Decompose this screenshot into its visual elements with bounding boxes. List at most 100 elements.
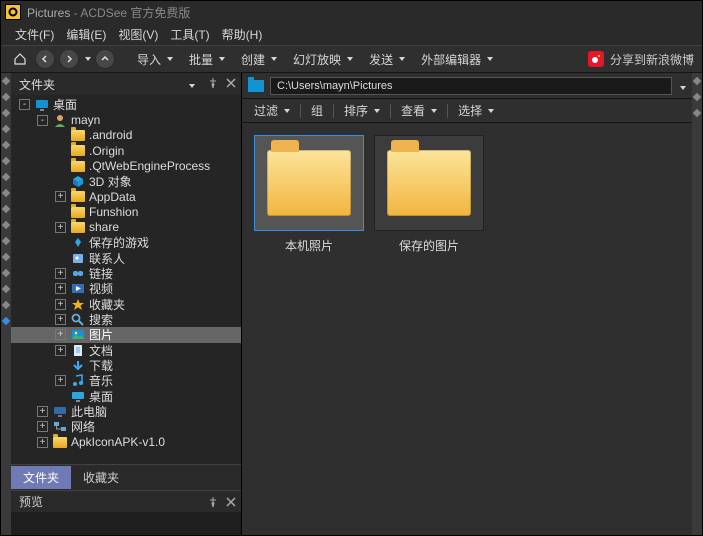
- tree-item[interactable]: 联系人: [11, 250, 241, 265]
- path-input[interactable]: [270, 77, 672, 95]
- thumbnail-item[interactable]: 本机照片: [254, 135, 364, 254]
- nav-up-button[interactable]: [95, 49, 115, 69]
- video-icon: [70, 282, 85, 295]
- preview-panel-header: 预览: [11, 490, 241, 512]
- expand-toggle[interactable]: +: [55, 329, 66, 340]
- pc-icon: [52, 405, 67, 418]
- pin-icon[interactable]: [207, 496, 219, 508]
- nav-history-dropdown[interactable]: [83, 57, 91, 61]
- tree-item[interactable]: -桌面: [11, 97, 241, 112]
- menu-view[interactable]: 视图(V): [112, 26, 164, 43]
- tree-item[interactable]: +AppData: [11, 189, 241, 204]
- tree-item[interactable]: +音乐: [11, 373, 241, 388]
- tree-item-label: share: [89, 220, 119, 234]
- rail-marker-icon: [2, 173, 10, 181]
- expand-toggle[interactable]: +: [37, 406, 48, 417]
- menu-edit[interactable]: 编辑(E): [60, 26, 112, 43]
- doc-icon: [70, 344, 85, 357]
- rail-marker-icon: [2, 109, 10, 117]
- rail-marker-icon: [2, 157, 10, 165]
- window-title: Pictures - ACDSee 官方免费版: [27, 4, 190, 21]
- close-icon[interactable]: [225, 77, 237, 89]
- tree-item[interactable]: 下载: [11, 358, 241, 373]
- tree-item[interactable]: Funshion: [11, 204, 241, 219]
- toolbar-import[interactable]: 导入: [131, 51, 179, 68]
- tree-item[interactable]: 保存的游戏: [11, 235, 241, 250]
- tab-favorites[interactable]: 收藏夹: [71, 466, 131, 489]
- nav-forward-button[interactable]: [59, 49, 79, 69]
- tree-item[interactable]: .Origin: [11, 143, 241, 158]
- game-icon: [70, 236, 85, 249]
- filter-select[interactable]: 选择: [452, 102, 500, 119]
- pin-icon[interactable]: [207, 77, 219, 89]
- tree-item[interactable]: +图片: [11, 327, 241, 342]
- expand-toggle[interactable]: +: [55, 191, 66, 202]
- tree-item[interactable]: .QtWebEngineProcess: [11, 158, 241, 173]
- menu-tools[interactable]: 工具(T): [164, 26, 215, 43]
- nav-back-button[interactable]: [35, 49, 55, 69]
- path-bar: [242, 73, 692, 99]
- tree-item[interactable]: +文档: [11, 343, 241, 358]
- menu-file[interactable]: 文件(F): [9, 26, 60, 43]
- music-icon: [70, 374, 85, 387]
- expand-toggle[interactable]: +: [55, 314, 66, 325]
- expand-toggle[interactable]: +: [55, 283, 66, 294]
- toolbar-slideshow[interactable]: 幻灯放映: [287, 51, 359, 68]
- tree-item[interactable]: .android: [11, 128, 241, 143]
- tree-item[interactable]: 3D 对象: [11, 174, 241, 189]
- left-rail: [1, 73, 11, 535]
- share-weibo-button[interactable]: 分享到新浪微博: [588, 51, 694, 68]
- tree-item[interactable]: +ApkIconAPK-v1.0: [11, 435, 241, 450]
- tree-item[interactable]: + 网络: [11, 419, 241, 434]
- pic-icon: [70, 328, 85, 341]
- panel-options-dropdown[interactable]: [187, 77, 195, 91]
- filter-view[interactable]: 查看: [395, 102, 443, 119]
- tree-item[interactable]: -mayn: [11, 112, 241, 127]
- rail-marker-icon: [2, 93, 10, 101]
- expand-toggle[interactable]: -: [37, 115, 48, 126]
- thumbnail-label: 保存的图片: [374, 231, 484, 254]
- tree-item[interactable]: +收藏夹: [11, 296, 241, 311]
- tree-item[interactable]: +此电脑: [11, 404, 241, 419]
- filter-filter[interactable]: 过滤: [248, 102, 296, 119]
- thumbnail-label: 本机照片: [254, 231, 364, 254]
- expand-toggle[interactable]: +: [55, 345, 66, 356]
- filter-sort[interactable]: 排序: [338, 102, 386, 119]
- tree-item-label: 网络: [71, 418, 95, 435]
- expand-toggle[interactable]: +: [55, 222, 66, 233]
- menubar: 文件(F) 编辑(E) 视图(V) 工具(T) 帮助(H): [1, 23, 702, 45]
- rail-marker-icon: [2, 269, 10, 277]
- rail-marker-icon: [2, 301, 10, 309]
- tab-folders[interactable]: 文件夹: [11, 466, 71, 489]
- thumbnails-grid: 本机照片保存的图片: [242, 123, 692, 535]
- toolbar-create[interactable]: 创建: [235, 51, 283, 68]
- tree-item-label: .Origin: [89, 144, 124, 158]
- home-button[interactable]: [9, 48, 31, 70]
- tree-item[interactable]: + share: [11, 220, 241, 235]
- filter-group[interactable]: 组: [305, 102, 329, 119]
- expand-toggle[interactable]: +: [37, 421, 48, 432]
- right-rail: [692, 73, 702, 535]
- tree-item[interactable]: +视频: [11, 281, 241, 296]
- toolbar-send[interactable]: 发送: [363, 51, 411, 68]
- toolbar-external-editor[interactable]: 外部编辑器: [415, 51, 499, 68]
- net-icon: [52, 420, 67, 433]
- tree-item[interactable]: +链接: [11, 266, 241, 281]
- expand-toggle[interactable]: -: [19, 99, 30, 110]
- close-icon[interactable]: [225, 496, 237, 508]
- path-dropdown[interactable]: [678, 79, 686, 93]
- tree-item[interactable]: 桌面: [11, 389, 241, 404]
- sidebar-tabs: 文件夹 收藏夹: [11, 464, 241, 490]
- expand-toggle[interactable]: +: [55, 375, 66, 386]
- star-icon: [70, 298, 85, 311]
- expand-toggle[interactable]: +: [55, 268, 66, 279]
- menu-help[interactable]: 帮助(H): [216, 26, 269, 43]
- tree-item[interactable]: +搜索: [11, 312, 241, 327]
- thumbnail-item[interactable]: 保存的图片: [374, 135, 484, 254]
- expand-toggle[interactable]: +: [37, 437, 48, 448]
- folder-icon: [70, 129, 85, 142]
- link-icon: [70, 267, 85, 280]
- toolbar-batch[interactable]: 批量: [183, 51, 231, 68]
- expand-toggle[interactable]: +: [55, 299, 66, 310]
- rail-marker-icon: [2, 285, 10, 293]
